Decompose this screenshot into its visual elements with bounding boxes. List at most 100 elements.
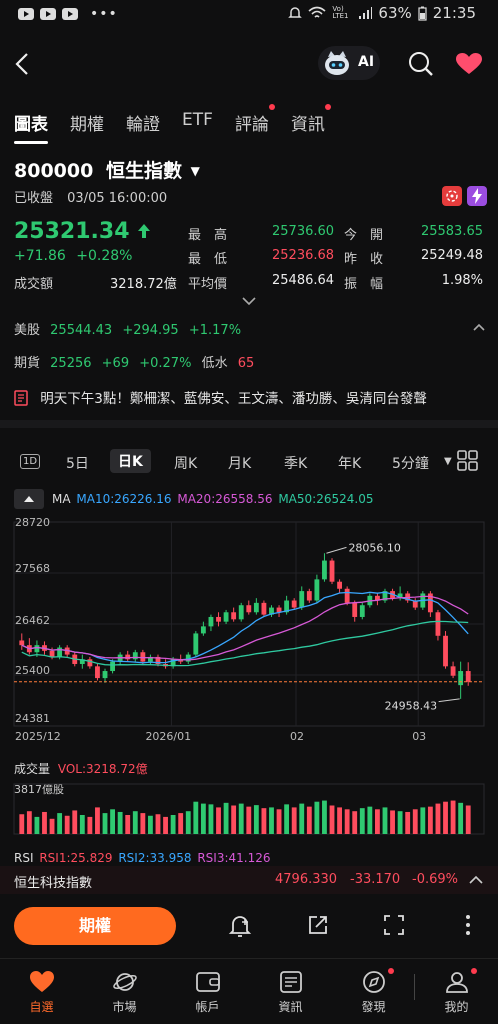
prev-close-value: 25249.48 (420, 248, 483, 263)
nav-item-0[interactable]: 自選 (0, 960, 83, 1024)
volume-bar (185, 811, 191, 834)
volume-bar (147, 815, 153, 834)
alarm-icon (288, 7, 303, 18)
period-tab-2[interactable]: 日K (110, 449, 151, 473)
favorite-heart-icon[interactable] (455, 52, 483, 76)
more-vertical-icon[interactable] (463, 914, 473, 936)
last-price: 25321.34 (14, 219, 151, 244)
period-tab-6[interactable]: 年K (338, 453, 361, 473)
turnover-value: 3218.72億 (110, 277, 177, 292)
nav-item-2[interactable]: 帳戶 (166, 960, 249, 1024)
change-percent: +0.28% (76, 248, 133, 264)
volume-legend: 成交量 VOL:3218.72億 (14, 760, 148, 777)
ma50-value: MA50:26524.05 (278, 492, 374, 506)
y-tick-label: 27568 (15, 562, 50, 575)
volume-label: 成交量 (14, 762, 51, 776)
ma-toggle-button[interactable] (14, 489, 44, 509)
alert-bell-icon[interactable] (228, 913, 252, 939)
period-tab-1[interactable]: 5日 (66, 453, 89, 473)
tab-3[interactable]: ETF (182, 110, 213, 135)
period-tabs: 1D 5日 日K 周K 月K 季K 年K 5分鐘 ▼ (14, 448, 484, 476)
volume-bar (163, 816, 168, 834)
amplitude-label: 振 幅 (344, 277, 384, 292)
futures-label: 期貨 (14, 356, 41, 371)
share-icon[interactable] (307, 914, 329, 936)
caret-down-icon[interactable]: ▼ (191, 164, 200, 178)
low-label: 最 低 (188, 252, 228, 267)
tab-2[interactable]: 輪證 (126, 110, 160, 135)
tab-0[interactable]: 圖表 (14, 110, 48, 144)
candle-body (110, 661, 116, 672)
volume-bar (216, 807, 221, 834)
search-icon[interactable] (407, 50, 435, 78)
back-icon[interactable] (12, 52, 34, 76)
news-banner[interactable]: 明天下午3點！鄭柵潔、藍佛安、王文濤、潘功勝、吳清同台發聲 (14, 387, 484, 407)
heart-icon (29, 971, 54, 992)
options-button[interactable]: 期權 (14, 907, 176, 945)
news-icon (279, 971, 302, 993)
us-change: +294.95 (122, 323, 179, 338)
period-tab-5[interactable]: 季K (284, 453, 307, 473)
expand-chevron-icon[interactable] (241, 296, 257, 306)
tab-5[interactable]: 資訊 (291, 104, 331, 135)
ma-legend: MA MA10:26226.16 MA20:26558.56 MA50:2652… (52, 492, 373, 506)
youtube-icon (18, 8, 34, 20)
period-dropdown-icon[interactable]: ▼ (444, 456, 452, 467)
candle-body (359, 605, 365, 617)
candle-body (57, 647, 63, 657)
nav-label: 我的 (444, 1000, 469, 1014)
candle-body (435, 612, 441, 636)
volume-bar (178, 813, 184, 834)
candle-body (246, 605, 252, 613)
ai-assistant-button[interactable]: AI (318, 46, 380, 80)
news-icon (14, 390, 28, 406)
notification-dot (268, 104, 275, 110)
nav-item-4[interactable]: 發現 (332, 960, 415, 1024)
nav-item-5[interactable]: 我的 (415, 960, 498, 1024)
period-tab-7[interactable]: 5分鐘 (392, 453, 429, 473)
volume-bar (26, 811, 32, 834)
nav-item-1[interactable]: 市場 (83, 960, 166, 1024)
volume-bar (397, 811, 403, 834)
period-tab-0[interactable]: 1D (20, 454, 41, 469)
tab-1[interactable]: 期權 (70, 110, 104, 135)
period-tab-3[interactable]: 周K (174, 453, 197, 473)
volume-bar (329, 805, 335, 834)
futures-change: +69 (101, 356, 130, 371)
quote-name: 恒生指數 (105, 160, 182, 182)
volume-bar (79, 815, 85, 834)
tab-label: ETF (182, 110, 213, 130)
x-tick-label: 03 (412, 730, 426, 743)
nav-label: 資訊 (278, 1000, 303, 1014)
nav-item-3[interactable]: 資訊 (249, 960, 332, 1024)
ai-label: AI (358, 54, 375, 70)
ma-label: MA (52, 492, 71, 506)
section-divider (0, 420, 498, 428)
high-label: 最 高 (188, 228, 228, 243)
volume-bar (117, 811, 123, 834)
ma10-value: MA10:26226.16 (76, 492, 172, 506)
y-tick-label: 25400 (15, 664, 50, 677)
expand-up-icon[interactable] (468, 874, 484, 886)
quote-title: 800000 恒生指數 ▼ (14, 156, 200, 183)
collapse-chevron-icon[interactable] (472, 322, 486, 332)
volume-bar (34, 816, 40, 834)
notification-dot (471, 968, 477, 974)
candle-body (132, 652, 138, 660)
us-percent: +1.17% (188, 323, 242, 338)
candlestick-chart[interactable]: 28720 27568 26462 25400 24381 2025/12 2026/01 0… (0, 512, 498, 748)
rsi1-value: RSI1:25.829 (39, 851, 113, 865)
candle-body (465, 671, 471, 682)
related-ticker-bar[interactable]: 恒生科技指數 4796.330 -33.170 -0.69% (0, 866, 498, 894)
volume-bar (458, 802, 464, 834)
fullscreen-icon[interactable] (384, 915, 404, 935)
grid-layout-icon[interactable] (457, 450, 479, 472)
candle-body (261, 602, 267, 615)
period-tab-4[interactable]: 月K (228, 453, 251, 473)
status-bar: ••• Vo) LTE1 63% 21:35 (0, 0, 498, 30)
high-annotation: 28056.10 (348, 541, 401, 554)
rsi2-value: RSI2:33.958 (118, 851, 192, 865)
high-value: 25736.60 (272, 224, 335, 239)
us-label: 美股 (14, 323, 41, 338)
tab-4[interactable]: 評論 (235, 104, 275, 135)
